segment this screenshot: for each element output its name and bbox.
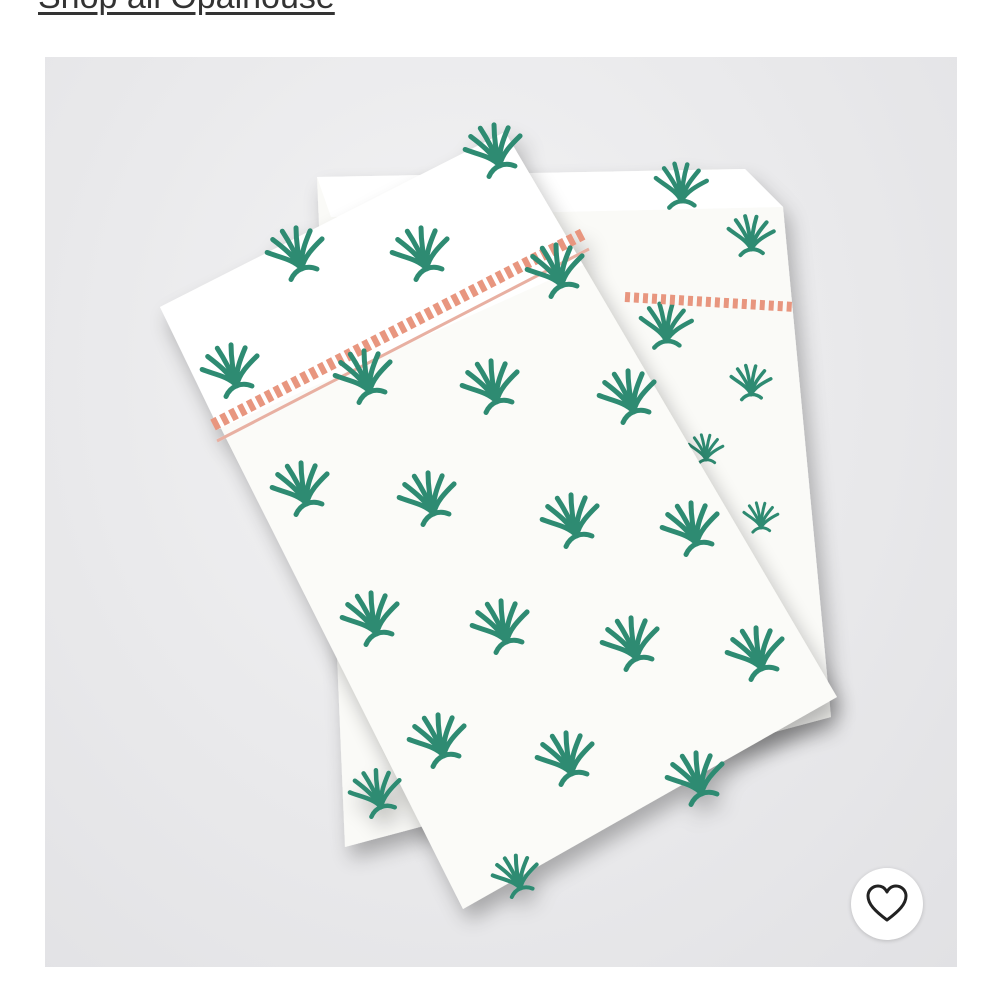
heart-outline-icon: [866, 884, 908, 922]
favorite-button[interactable]: [851, 868, 923, 940]
shop-all-link[interactable]: Shop all Opalhouse: [38, 0, 335, 17]
product-image[interactable]: [45, 57, 957, 967]
